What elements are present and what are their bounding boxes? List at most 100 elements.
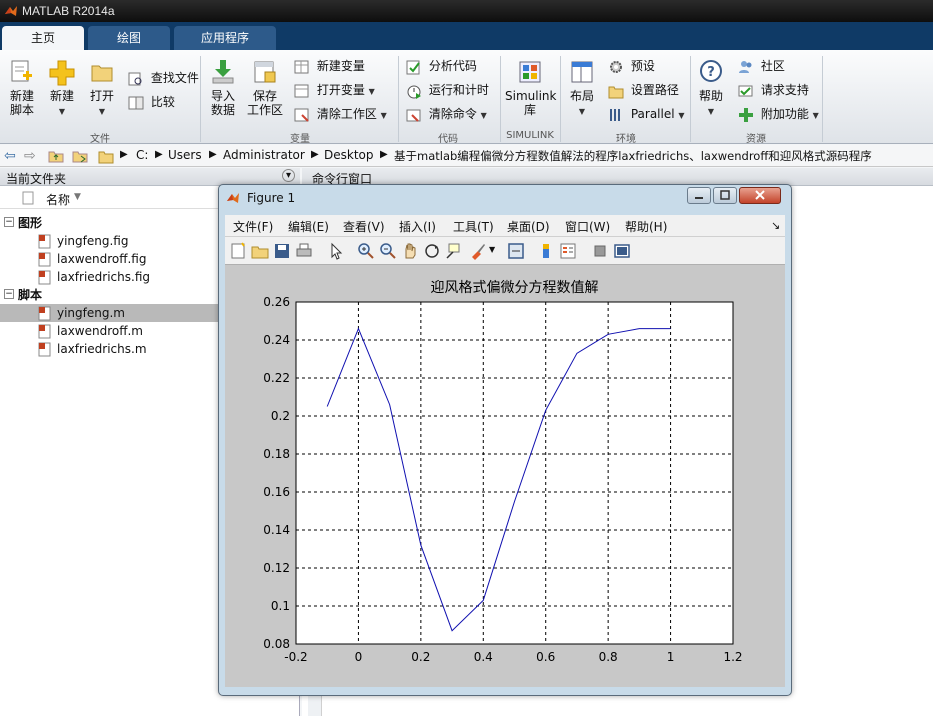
browse-folder-icon[interactable] [72,149,88,163]
open-variable-button[interactable]: 打开变量 ▼ [294,80,375,100]
minimize-button[interactable] [687,187,711,204]
figure-toolbar: ▼ [225,237,785,265]
new-script-label-2: 脚本 [9,103,34,117]
find-files-button[interactable]: 查找文件 [128,68,199,88]
simulink-library-button[interactable]: Simulink 库 [505,58,556,117]
clear-workspace-button[interactable]: 清除工作区 ▼ [294,104,387,124]
run-and-time-button[interactable]: 运行和计时 [406,80,489,100]
path-separator-icon: ▶ [380,149,388,160]
pointer-icon[interactable] [327,242,345,260]
chevron-down-icon[interactable]: ▼ [489,245,495,254]
help-button[interactable]: ? 帮助 ▼ [696,58,726,119]
new-script-button[interactable]: 新建 脚本 [6,58,38,117]
y-tick-label: 0.2 [271,409,290,423]
request-support-button[interactable]: 请求支持 [738,80,809,100]
clear-commands-button[interactable]: 清除命令 ▼ [406,104,487,124]
add-ons-button[interactable]: 附加功能 ▼ [738,104,819,124]
parallel-button[interactable]: Parallel ▼ [608,104,685,124]
figure-canvas: -0.2 0 0.2 0.4 0.6 0.8 1 1.2 0.08 0.1 0.12 0.14 0.16… [225,265,785,687]
zoom-out-icon[interactable] [379,242,397,260]
layout-button[interactable]: 布局 ▼ [566,58,598,119]
collapse-icon[interactable]: − [4,289,14,299]
up-folder-icon[interactable] [48,149,64,163]
chevron-down-icon: ▼ [707,107,715,116]
menu-view[interactable]: 查看(V) [343,218,385,235]
new-button[interactable]: 新建 ▼ [46,58,78,119]
save-workspace-icon [254,61,276,83]
group-label-simulink: SIMULINK [506,130,554,141]
file-name: laxwendroff.m [57,324,143,338]
open-button[interactable]: 打开 ▼ [86,58,118,119]
path-segment[interactable]: Users [168,148,202,162]
y-tick-label: 0.24 [263,333,290,347]
compare-label: 比较 [150,95,175,109]
brush-icon[interactable] [469,242,487,260]
menu-tools[interactable]: 工具(T) [453,218,494,235]
forward-arrow-icon[interactable]: ⇨ [24,148,36,164]
figure-title-bar: Figure 1 [219,185,791,211]
request-support-label: 请求支持 [760,83,809,97]
menu-desktop[interactable]: 桌面(D) [507,218,550,235]
open-file-icon[interactable] [251,242,269,260]
matlab-logo-icon [227,193,239,203]
colorbar-icon[interactable] [537,242,555,260]
show-plot-tools-icon[interactable] [613,242,631,260]
compare-button[interactable]: 比较 [128,92,175,112]
menu-file[interactable]: 文件(F) [233,218,273,235]
back-arrow-icon[interactable]: ⇦ [4,148,16,164]
data-cursor-icon[interactable] [445,242,463,260]
request-support-icon [738,85,753,96]
tab-plots[interactable]: 绘图 [88,26,170,50]
tab-home[interactable]: 主页 [2,26,84,50]
close-button[interactable] [739,187,781,204]
x-tick-label: 0.2 [411,650,430,664]
hide-plot-tools-icon[interactable] [591,242,609,260]
community-button[interactable]: 社区 [738,56,785,76]
panel-options-icon[interactable]: ▾ [282,169,295,182]
menu-insert[interactable]: 插入(I) [399,218,436,235]
app-title-bar: MATLAB R2014a [0,0,933,22]
import-data-label-1: 导入 [210,89,235,103]
import-data-button[interactable]: 导入 数据 [206,58,240,117]
legend-icon[interactable] [559,242,577,260]
menu-help[interactable]: 帮助(H) [625,218,667,235]
y-tick-label: 0.14 [263,523,290,537]
compare-icon [128,96,144,109]
path-segment[interactable]: C: [136,148,148,162]
save-workspace-button[interactable]: 保存 工作区 [246,58,284,117]
analyze-code-button[interactable]: 分析代码 [406,56,477,76]
save-workspace-label-2: 工作区 [246,103,283,117]
y-tick-label: 0.1 [271,599,290,613]
parallel-icon [610,108,620,121]
set-path-button[interactable]: 设置路径 [608,80,679,100]
path-segment[interactable]: 基于matlab编程偏微分方程数值解法的程序laxfriedrichs、laxw… [394,148,872,164]
dock-arrow-icon[interactable]: ↘ [771,219,780,232]
collapse-icon[interactable]: − [4,217,14,227]
menu-edit[interactable]: 编辑(E) [288,218,329,235]
simulink-library-icon [519,61,541,83]
path-segment[interactable]: Administrator [223,148,305,162]
save-icon[interactable] [273,242,291,260]
pan-hand-icon[interactable] [401,242,419,260]
folder-icon [98,151,114,164]
x-tick-label: 0 [355,650,363,664]
panel-title: 当前文件夹 [6,172,67,186]
tab-apps[interactable]: 应用程序 [174,26,276,50]
ribbon-divider [822,56,823,142]
rotate-3d-icon[interactable] [423,242,441,260]
maximize-button[interactable] [713,187,737,204]
print-icon[interactable] [295,242,313,260]
menu-window[interactable]: 窗口(W) [565,218,610,235]
help-label: 帮助 [698,89,723,103]
new-variable-button[interactable]: 新建变量 [294,56,365,76]
link-plot-icon[interactable] [507,242,525,260]
chevron-down-icon: ▼ [98,107,106,116]
new-figure-icon[interactable] [229,242,247,260]
chevron-down-icon: ▼ [678,111,685,120]
y-tick-label: 0.22 [263,371,290,385]
sort-arrow-icon: ▼ [74,192,81,202]
preferences-button[interactable]: 预设 [608,56,655,76]
x-tick-label: 0.4 [474,650,493,664]
zoom-in-icon[interactable] [357,242,375,260]
path-segment[interactable]: Desktop [324,148,374,162]
